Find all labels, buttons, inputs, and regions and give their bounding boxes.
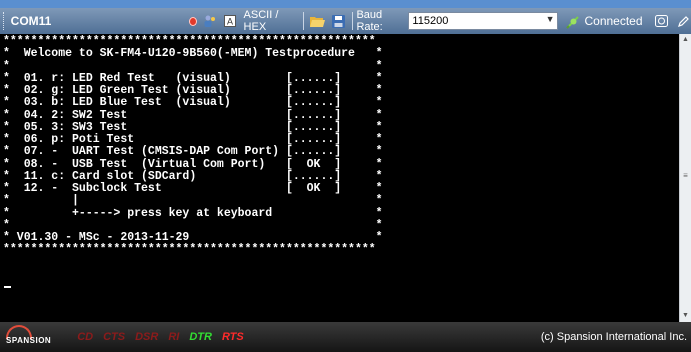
save-disk-icon[interactable] (331, 13, 345, 29)
terminal-line: * 08. - USB Test (Virtual Com Port) [ OK… (3, 157, 383, 171)
modem-signals: CD CTS DSR RI DTR RTS (77, 331, 254, 343)
logo-text: SPANSION (6, 335, 52, 345)
connection-status: Connected (584, 14, 643, 28)
terminal-line: * 06. p: Poti Test [......] * (3, 133, 383, 146)
signal-ri: RI (168, 331, 180, 343)
terminal-line: * 11. c: Card slot (SDCard) [......] * (3, 169, 383, 183)
window-edge (0, 0, 691, 8)
text-box-icon[interactable]: A (223, 13, 237, 29)
terminal-output[interactable]: ****************************************… (0, 34, 679, 322)
baud-rate-label: Baud Rate: (356, 9, 383, 33)
signal-dsr: DSR (135, 331, 159, 343)
terminal-line: * 04. 2: SW2 Test [......] * (3, 108, 383, 122)
copyright-text: (c) Spansion International Inc. (540, 331, 687, 343)
signal-cd: CD (77, 331, 94, 343)
toolbar: COM11 A ASCII / HEX Baud Rate: 115200 ▼ … (0, 8, 691, 34)
terminal-line: * * (3, 59, 383, 73)
terminal-line: * 05. 3: SW3 Test [......] * (3, 120, 383, 134)
counter-icon[interactable] (655, 13, 669, 29)
terminal-line: * | * (3, 194, 383, 208)
terminal-line: * 02. g: LED Green Test (visual) [......… (3, 84, 383, 97)
scroll-grip-icon[interactable]: ≡ (682, 172, 689, 180)
terminal-line: * 03. b: LED Blue Test (visual) [......]… (3, 96, 383, 110)
baud-rate-select[interactable]: 115200 ▼ (408, 12, 559, 30)
open-folder-icon[interactable] (310, 13, 326, 29)
terminal-line: * * (3, 218, 383, 232)
terminal-line: * 07. - UART Test (CMSIS-DAP Com Port) [… (3, 145, 383, 159)
port-label: COM11 (10, 14, 52, 28)
ascii-hex-toggle[interactable]: ASCII / HEX (244, 9, 298, 33)
terminal-line: ****************************************… (3, 35, 376, 48)
chevron-down-icon[interactable]: ▼ (546, 14, 555, 24)
signal-dtr: DTR (189, 331, 212, 343)
terminal-line: ****************************************… (3, 243, 376, 257)
record-dot-icon[interactable] (189, 16, 198, 26)
baud-rate-value: 115200 (412, 15, 449, 27)
toolbar-separator (351, 12, 353, 30)
svg-text:A: A (227, 17, 233, 27)
terminal-text: ****************************************… (0, 34, 679, 257)
terminal-line: * 01. r: LED Red Test (visual) [......] … (3, 71, 383, 85)
terminal-line: * Welcome to SK-FM4-U120-9B560(-MEM) Tes… (3, 47, 383, 61)
toolbar-grip[interactable] (3, 12, 7, 30)
signal-rts: RTS (221, 331, 244, 343)
terminal-line: * +-----> press key at keyboard * (3, 206, 383, 220)
scroll-down-icon[interactable]: ▼ (680, 310, 691, 322)
terminal-line: * 12. - Subclock Test [ OK ] * (3, 182, 383, 195)
terminal-cursor (4, 286, 11, 288)
status-bar: SPANSION CD CTS DSR RI DTR RTS (c) Spansion I… (0, 322, 691, 352)
signal-cts: CTS (103, 331, 126, 343)
people-icon[interactable] (203, 13, 217, 29)
vertical-scrollbar[interactable]: ▲ ≡ ▼ (679, 34, 691, 322)
toolbar-separator (303, 12, 305, 30)
spansion-logo: SPANSION (6, 325, 52, 345)
pen-icon[interactable] (677, 13, 691, 29)
terminal-line: * V01.30 - MSc - 2013-11-29 * (3, 231, 383, 244)
connection-plug-icon[interactable] (566, 13, 581, 29)
scroll-up-icon[interactable]: ▲ (680, 34, 691, 46)
